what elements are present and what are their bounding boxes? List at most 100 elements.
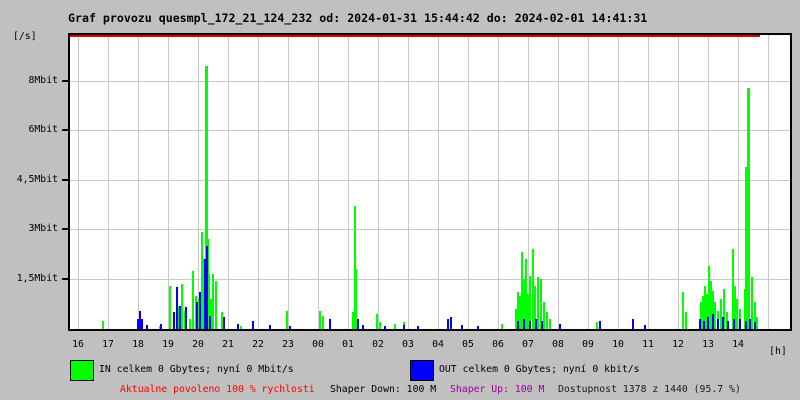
limit-line — [70, 35, 760, 37]
x-axis-tick-label: 09 — [582, 339, 594, 350]
traffic-spike-in — [542, 302, 545, 329]
x-axis-tick-label: 06 — [492, 339, 504, 350]
legend-in-label: IN celkem 0 Gbytes; nyní 0 Mbit/s — [99, 364, 294, 375]
x-axis-tick-label: 05 — [462, 339, 474, 350]
x-axis-tick-label: 19 — [162, 339, 174, 350]
traffic-spike-in — [596, 322, 598, 329]
traffic-spike-out — [703, 320, 706, 329]
x-axis-tick-label: 07 — [522, 339, 534, 350]
x-axis-tick-label: 14 — [732, 339, 744, 350]
traffic-spike-out — [541, 320, 544, 329]
traffic-spike-in — [755, 317, 758, 329]
traffic-spike-out — [140, 319, 143, 329]
vertical-gridline — [588, 35, 589, 329]
traffic-spike-out — [749, 319, 751, 329]
y-axis-tick — [62, 80, 68, 82]
y-axis-tick-label: 6Mbit — [28, 124, 59, 135]
traffic-spike-in — [682, 292, 685, 329]
vertical-gridline — [468, 35, 469, 329]
y-axis-tick — [62, 228, 68, 230]
plot-area — [68, 33, 792, 331]
y-axis-tick-label: 1,5Mbit — [16, 273, 58, 284]
horizontal-gridline — [70, 81, 790, 82]
traffic-spike-out — [707, 317, 709, 329]
traffic-spike-out — [329, 319, 331, 329]
traffic-spike-in — [376, 314, 379, 329]
traffic-spike-in — [379, 322, 382, 329]
vertical-gridline — [738, 35, 739, 329]
x-axis-tick-label: 18 — [132, 339, 144, 350]
y-axis-tick-label: 3Mbit — [28, 223, 59, 234]
traffic-spike-out — [517, 320, 520, 329]
traffic-spike-in — [181, 284, 184, 329]
traffic-spike-out — [160, 324, 163, 329]
legend-in-swatch — [70, 360, 94, 381]
vertical-gridline — [768, 35, 769, 329]
status-allowed-speed: Aktualne povoleno 100 % rychlosti — [120, 384, 315, 395]
traffic-spike-out — [196, 302, 199, 329]
traffic-spike-out — [185, 307, 187, 329]
traffic-spike-out — [236, 324, 239, 329]
y-axis-tick — [62, 129, 68, 131]
horizontal-gridline — [70, 180, 790, 181]
traffic-spike-out — [727, 320, 730, 329]
traffic-spike-out — [644, 325, 646, 329]
traffic-spike-out — [722, 317, 724, 329]
vertical-gridline — [198, 35, 199, 329]
traffic-spike-in — [101, 320, 104, 329]
traffic-spike-out — [754, 322, 757, 329]
traffic-spike-out — [523, 319, 526, 329]
horizontal-gridline — [70, 279, 790, 280]
traffic-spike-in — [322, 315, 325, 329]
horizontal-gridline — [70, 229, 790, 230]
traffic-spike-out — [599, 320, 601, 329]
x-axis-tick-label: 22 — [252, 339, 264, 350]
traffic-spike-out — [146, 325, 148, 329]
x-axis-tick-label: 21 — [222, 339, 234, 350]
vertical-gridline — [228, 35, 229, 329]
x-axis-tick-label: 04 — [432, 339, 444, 350]
legend-out-swatch — [410, 360, 434, 381]
traffic-spike-in — [536, 277, 539, 329]
x-axis-tick-label: 03 — [402, 339, 414, 350]
traffic-spike-in — [685, 312, 688, 329]
traffic-spike-out — [446, 319, 449, 329]
traffic-spike-out — [559, 324, 562, 329]
status-shaper-down: Shaper Down: 100 M — [330, 384, 437, 395]
traffic-spike-out — [733, 319, 736, 329]
traffic-spike-out — [176, 287, 178, 329]
traffic-spike-out — [251, 320, 254, 329]
vertical-gridline — [498, 35, 499, 329]
traffic-spike-out — [529, 320, 532, 329]
vertical-gridline — [678, 35, 679, 329]
vertical-gridline — [348, 35, 349, 329]
traffic-spike-in — [736, 299, 739, 329]
horizontal-gridline — [70, 130, 790, 131]
x-axis-tick-label: 00 — [312, 339, 324, 350]
vertical-gridline — [438, 35, 439, 329]
traffic-spike-in — [319, 310, 322, 329]
y-axis-unit-label: [/s] — [13, 31, 37, 42]
traffic-spike-out — [449, 317, 452, 329]
traffic-spike-out — [632, 319, 634, 329]
traffic-spike-out — [199, 292, 202, 329]
x-axis-tick-label: 20 — [192, 339, 204, 350]
traffic-graph-canvas: Graf provozu quesmpl_172_21_124_232 od: … — [0, 0, 800, 400]
x-axis-tick-label: 17 — [102, 339, 114, 350]
traffic-spike-out — [716, 319, 719, 329]
traffic-spike-out — [209, 315, 211, 329]
traffic-spike-out — [269, 325, 271, 329]
graph-title: Graf provozu quesmpl_172_21_124_232 od: … — [68, 11, 648, 25]
traffic-spike-out — [476, 325, 479, 329]
x-axis-tick-label: 08 — [552, 339, 564, 350]
x-axis-tick-label: 13 — [702, 339, 714, 350]
x-axis-tick-label: 01 — [342, 339, 354, 350]
traffic-spike-in — [713, 302, 716, 329]
traffic-spike-in — [748, 180, 751, 329]
traffic-spike-out — [289, 325, 292, 329]
traffic-spike-in — [500, 324, 503, 329]
x-axis-tick-label: 12 — [672, 339, 684, 350]
traffic-spike-out — [416, 325, 419, 329]
traffic-spike-in — [286, 310, 289, 329]
vertical-gridline — [648, 35, 649, 329]
